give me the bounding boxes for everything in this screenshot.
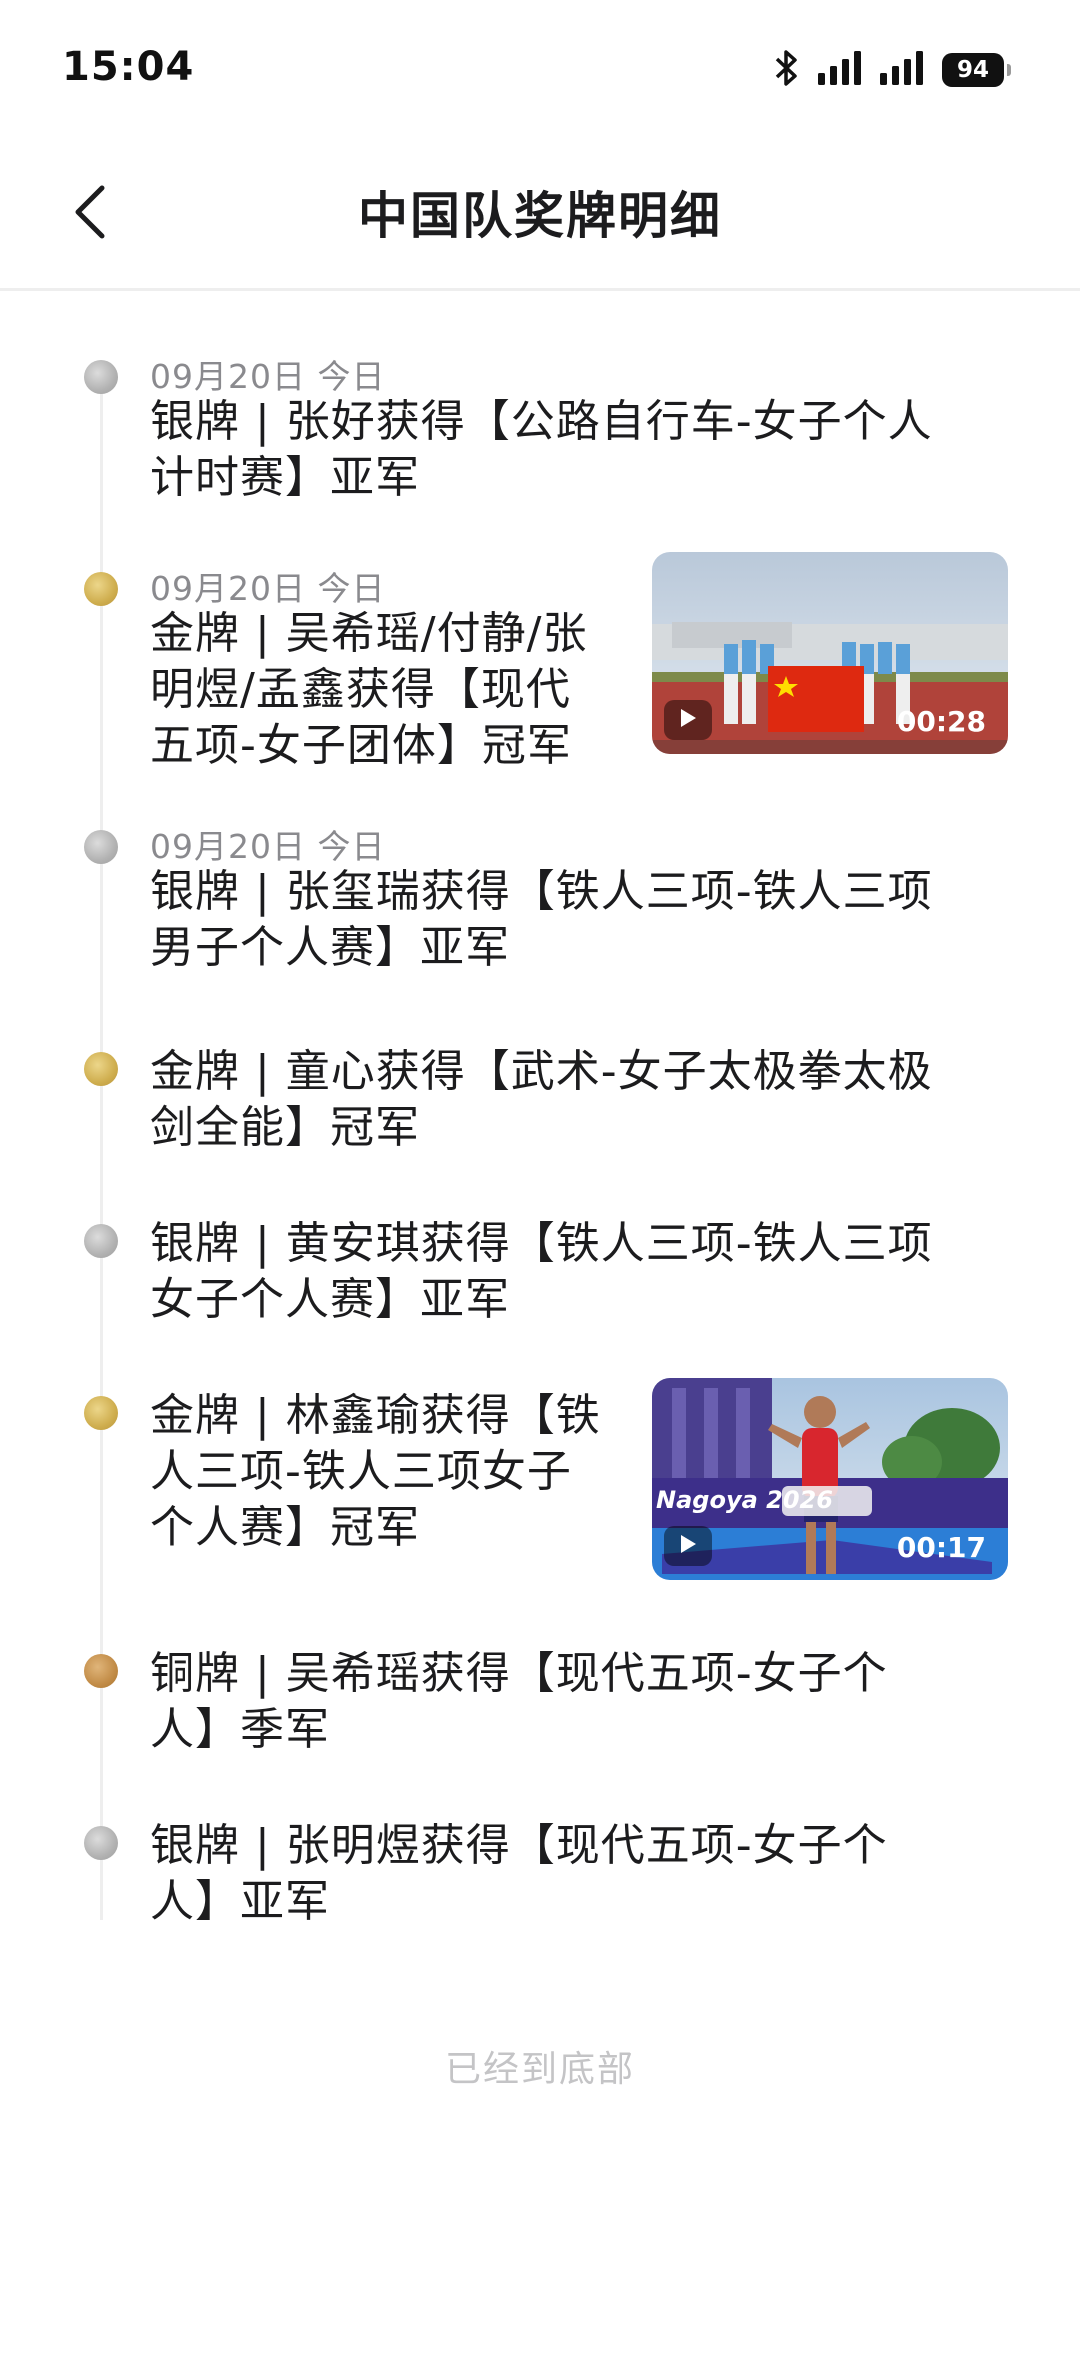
silver-medal-icon	[84, 1224, 118, 1258]
item-text-line: 剑全能】冠军	[150, 1102, 420, 1153]
item-text-line: 女子个人赛】亚军	[150, 1274, 510, 1325]
gold-medal-icon	[84, 1052, 118, 1086]
play-button[interactable]	[664, 700, 712, 740]
item-text: 铜牌 | 吴希瑶获得【现代五项-女子个 人】季军	[150, 1646, 888, 1758]
item-text-line: 银牌 | 张好获得【公路自行车-女子个人	[150, 396, 933, 447]
item-text-line: 金牌 | 吴希瑶/付静/张	[150, 608, 588, 659]
battery-indicator: 94	[942, 53, 1011, 87]
status-icons: 94	[774, 49, 1011, 91]
silver-medal-icon	[84, 1826, 118, 1860]
signal-icon	[880, 51, 924, 89]
item-text-line: 铜牌 | 吴希瑶获得【现代五项-女子个	[150, 1648, 888, 1699]
item-date: 09月20日 今日	[150, 569, 386, 608]
item-text-line: 男子个人赛】亚军	[150, 922, 510, 973]
item-text: 银牌 | 黄安琪获得【铁人三项-铁人三项 女子个人赛】亚军	[150, 1216, 933, 1328]
item-text-line: 银牌 | 张明煜获得【现代五项-女子个	[150, 1820, 888, 1871]
item-text-line: 金牌 | 林鑫瑜获得【铁	[150, 1390, 601, 1441]
status-bar: 15:04 94	[0, 0, 1080, 140]
item-text-line: 个人赛】冠军	[150, 1502, 420, 1553]
video-duration: 00:17	[896, 1531, 986, 1564]
item-text: 金牌 | 吴希瑶/付静/张 明煜/孟鑫获得【现代 五项-女子团体】冠军	[150, 606, 587, 774]
signal-icon	[818, 51, 862, 89]
page-title: 中国队奖牌明细	[358, 187, 722, 245]
item-text-line: 银牌 | 黄安琪获得【铁人三项-铁人三项	[150, 1218, 933, 1269]
item-text: 金牌 | 童心获得【武术-女子太极拳太极 剑全能】冠军	[150, 1044, 933, 1156]
gold-medal-icon	[84, 572, 118, 606]
end-of-list-text: 已经到底部	[444, 2049, 635, 2090]
video-thumbnail[interactable]: 00:28	[652, 552, 1008, 754]
nav-bar: 中国队奖牌明细	[0, 140, 1080, 291]
item-date: 09月20日 今日	[150, 827, 386, 866]
video-thumbnail[interactable]: Nagoya 2026 00:17	[652, 1378, 1008, 1580]
item-text: 银牌 | 张明煜获得【现代五项-女子个 人】亚军	[150, 1818, 888, 1930]
bluetooth-icon	[774, 49, 800, 91]
silver-medal-icon	[84, 360, 118, 394]
item-text-line: 计时赛】亚军	[150, 452, 420, 503]
status-time: 15:04	[62, 44, 195, 90]
item-text-line: 银牌 | 张玺瑞获得【铁人三项-铁人三项	[150, 866, 933, 917]
silver-medal-icon	[84, 830, 118, 864]
play-icon	[679, 1534, 697, 1558]
banner-text: Nagoya 2026	[656, 1486, 833, 1514]
item-text: 金牌 | 林鑫瑜获得【铁 人三项-铁人三项女子 个人赛】冠军	[150, 1388, 601, 1556]
item-text-line: 五项-女子团体】冠军	[150, 720, 572, 771]
item-text-line: 明煜/孟鑫获得【现代	[150, 664, 571, 715]
item-text-line: 人三项-铁人三项女子	[150, 1446, 572, 1497]
item-text: 银牌 | 张玺瑞获得【铁人三项-铁人三项 男子个人赛】亚军	[150, 864, 933, 976]
item-date: 09月20日 今日	[150, 357, 386, 396]
item-text-line: 人】季军	[150, 1704, 330, 1755]
video-duration: 00:28	[896, 705, 986, 738]
play-icon	[679, 708, 697, 732]
item-text: 银牌 | 张好获得【公路自行车-女子个人 计时赛】亚军	[150, 394, 933, 506]
play-button[interactable]	[664, 1526, 712, 1566]
item-text-line: 人】亚军	[150, 1876, 330, 1927]
item-text-line: 金牌 | 童心获得【武术-女子太极拳太极	[150, 1046, 933, 1097]
gold-medal-icon	[84, 1396, 118, 1430]
bronze-medal-icon	[84, 1654, 118, 1688]
